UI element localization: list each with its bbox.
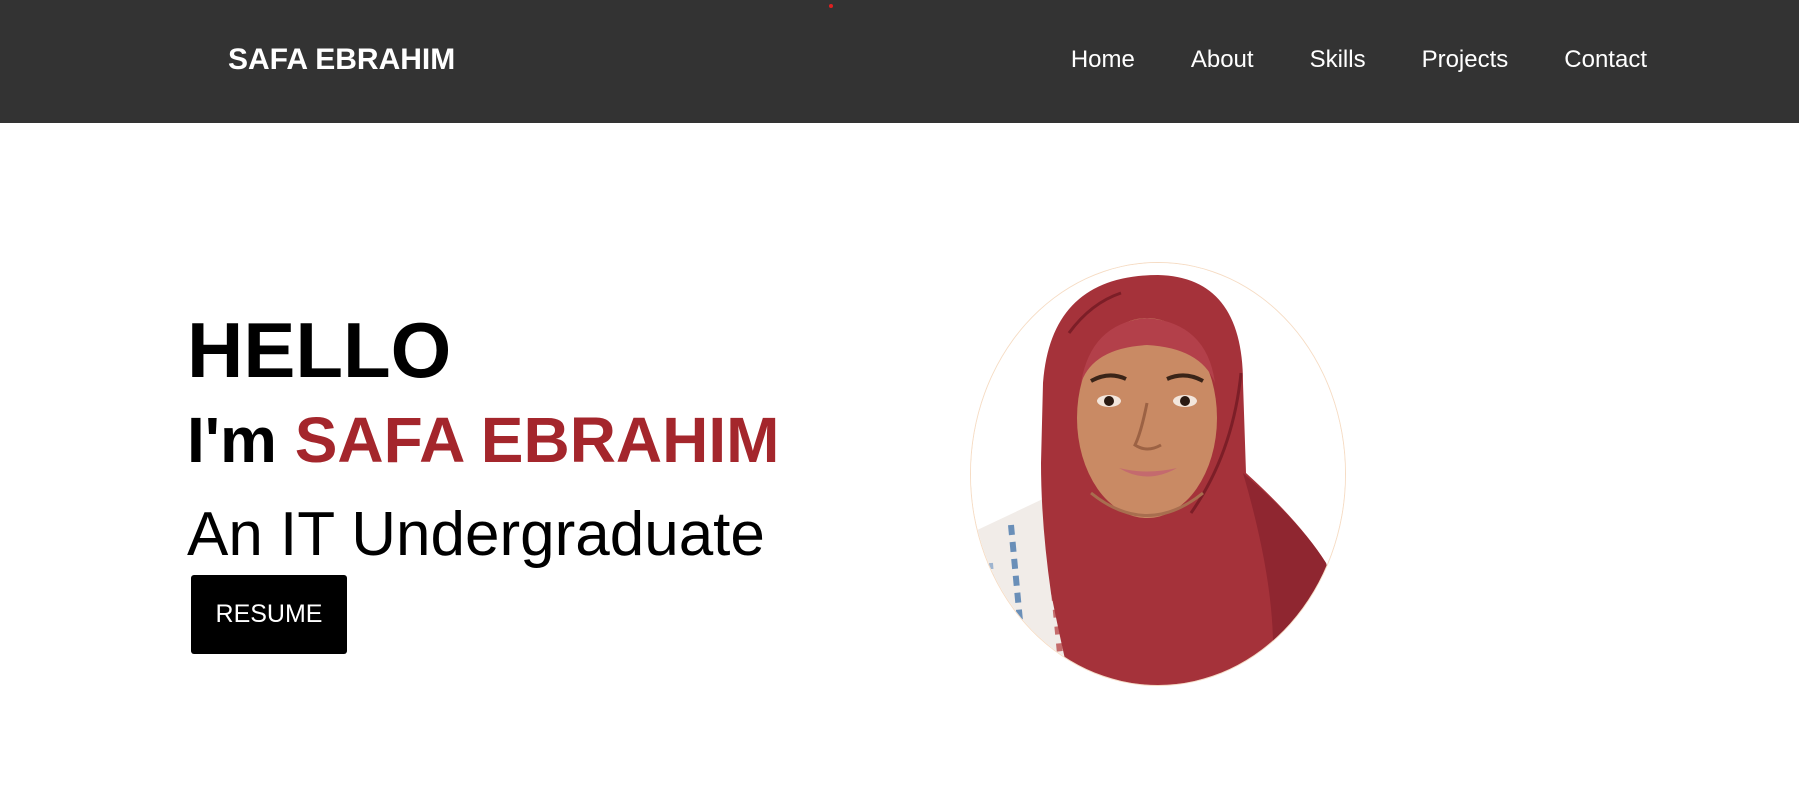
nav-link-contact[interactable]: Contact [1564, 46, 1647, 73]
nav-link-skills[interactable]: Skills [1310, 46, 1366, 73]
intro-prefix: I'm [187, 404, 277, 476]
nav-item-skills: Skills [1310, 44, 1366, 76]
nav-link-about[interactable]: About [1191, 46, 1254, 73]
nav-item-about: About [1191, 44, 1254, 76]
hero-greeting: HELLO [187, 306, 452, 394]
top-navbar: SAFA EBRAHIM Home About Skills Projects … [0, 0, 1799, 123]
hero-name-highlight: SAFA EBRAHIM [294, 404, 780, 476]
hero-role: An IT Undergraduate [187, 500, 765, 569]
hero-intro: I'm SAFA EBRAHIM [187, 402, 779, 478]
profile-photo [970, 262, 1346, 686]
indicator-dot [829, 4, 833, 8]
nav-link-projects[interactable]: Projects [1422, 46, 1509, 73]
nav-menu: Home About Skills Projects Contact [1071, 44, 1647, 76]
brand-logo-link[interactable]: SAFA EBRAHIM [228, 41, 455, 79]
nav-item-contact: Contact [1564, 44, 1647, 76]
profile-photo-illustration [971, 263, 1345, 685]
nav-item-projects: Projects [1422, 44, 1509, 76]
resume-button[interactable]: RESUME [191, 575, 347, 654]
nav-link-home[interactable]: Home [1071, 46, 1135, 73]
nav-item-home: Home [1071, 44, 1135, 76]
